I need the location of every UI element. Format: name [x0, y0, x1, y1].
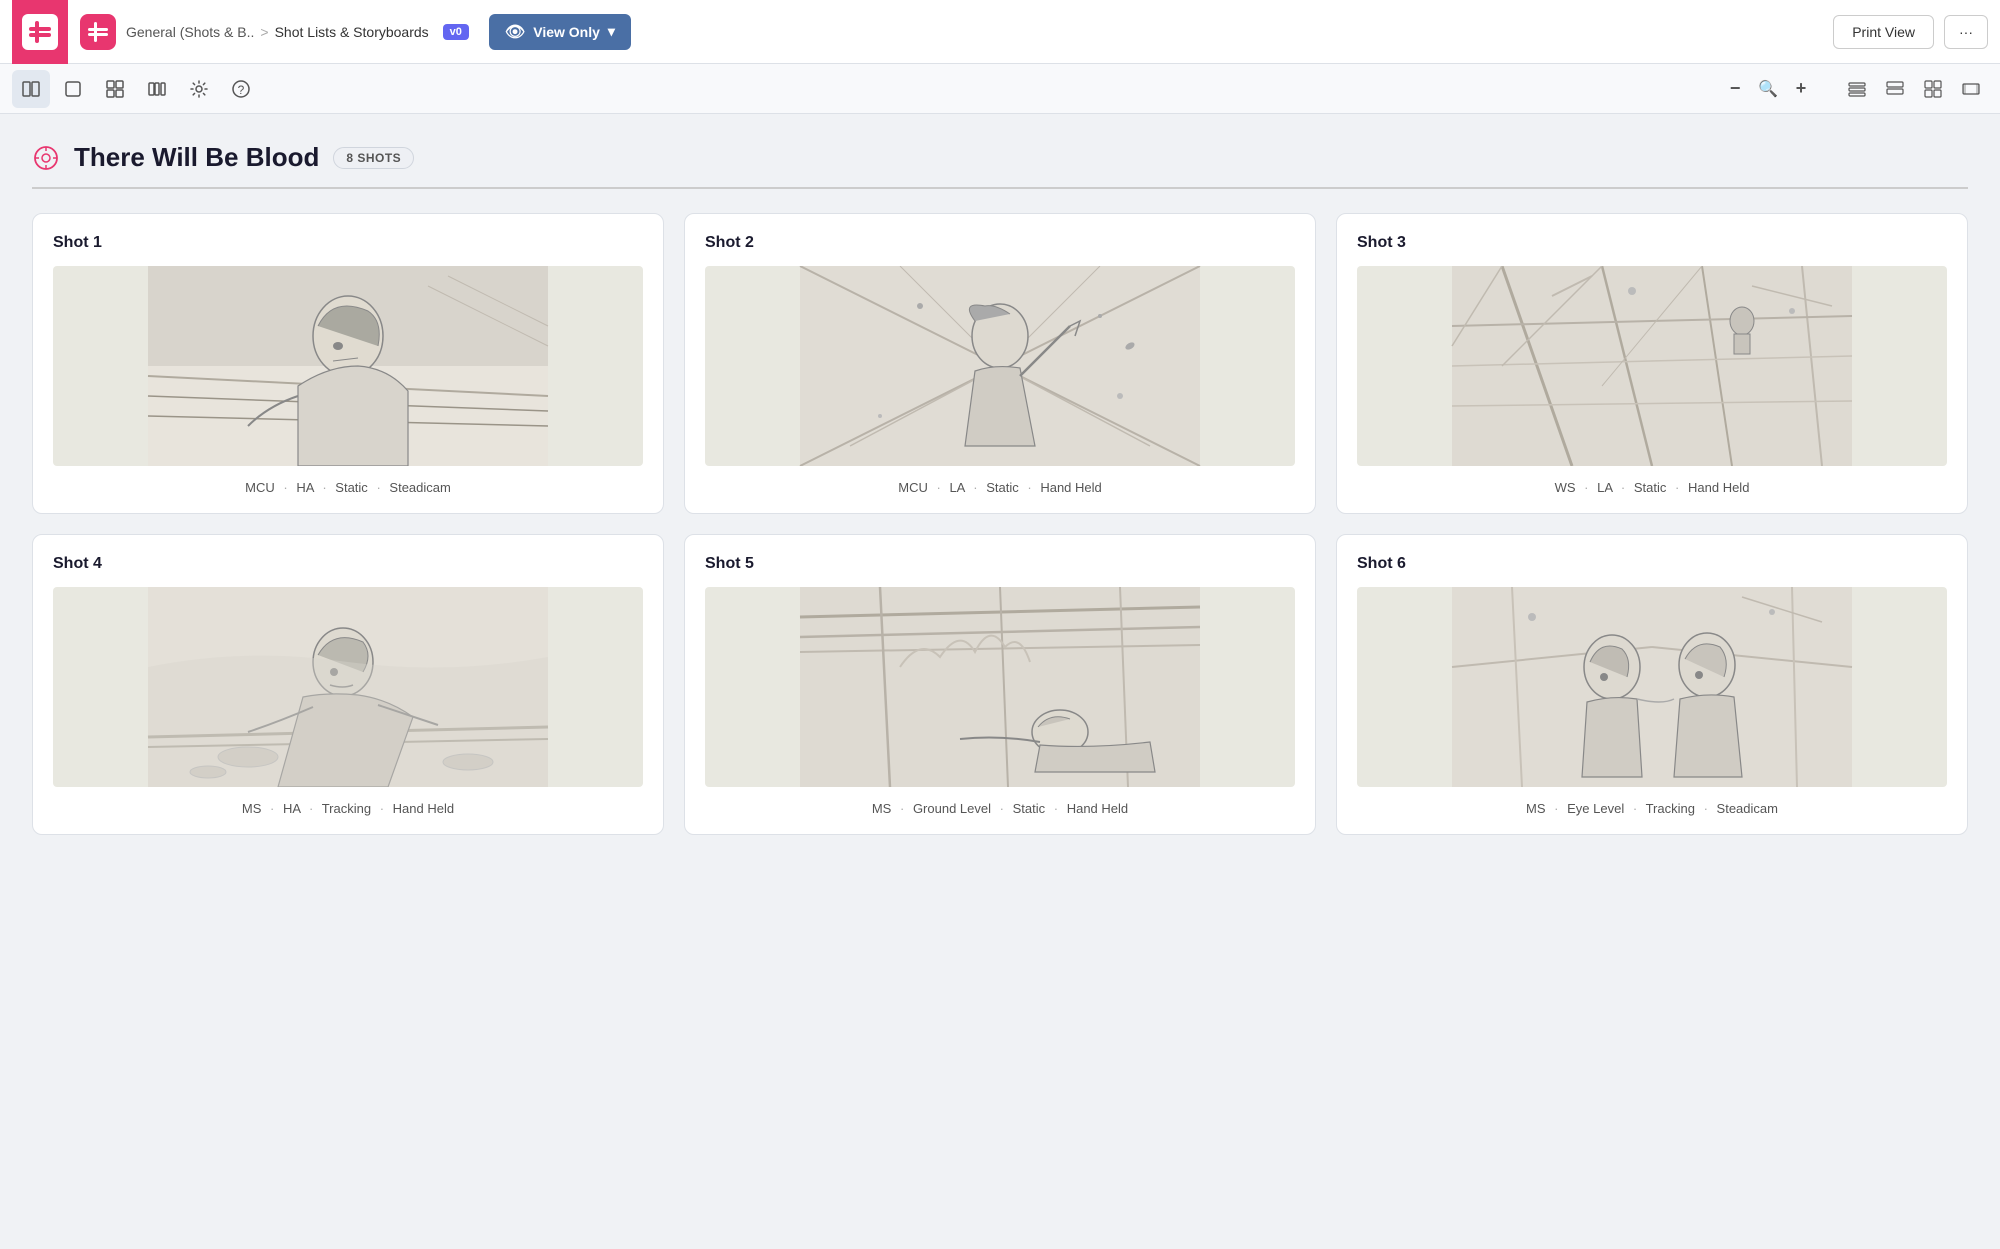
svg-text:?: ? [238, 83, 245, 97]
shot-card-6[interactable]: Shot 6 [1336, 534, 1968, 835]
columns-view-button[interactable] [138, 70, 176, 108]
shot-4-image [53, 587, 643, 787]
zoom-icon: 🔍 [1758, 79, 1778, 99]
eye-icon: 👁 [505, 22, 525, 42]
header: General (Shots & B.. > Shot Lists & Stor… [0, 0, 2000, 64]
toolbar-right: − 🔍 + [1716, 70, 1988, 108]
toolbar: ? − 🔍 + [0, 64, 2000, 114]
settings-button[interactable] [180, 70, 218, 108]
more-options-button[interactable]: ··· [1944, 15, 1988, 49]
scene-title: There Will Be Blood [74, 142, 319, 173]
shot-5-label: Shot 5 [705, 555, 1295, 573]
breadcrumb-separator: > [260, 24, 268, 40]
minus-icon: − [1730, 78, 1741, 99]
scene-icon [32, 144, 60, 172]
toolbar-tools: ? [12, 70, 260, 108]
plus-icon: + [1796, 78, 1807, 99]
scene-header: There Will Be Blood 8 SHOTS [32, 142, 1968, 173]
shots-grid: Shot 1 [32, 213, 1968, 835]
shot-1-image [53, 266, 643, 466]
shot-5-image [705, 587, 1295, 787]
list-view-mode-button[interactable] [1840, 72, 1874, 106]
shot-1-label: Shot 1 [53, 234, 643, 252]
print-view-button[interactable]: Print View [1833, 15, 1934, 49]
version-badge: v0 [443, 24, 469, 40]
main-content: There Will Be Blood 8 SHOTS Shot 1 [0, 114, 2000, 1249]
zoom-in-button[interactable]: + [1782, 70, 1820, 108]
shot-3-image [1357, 266, 1947, 466]
film-view-mode-button[interactable] [1954, 72, 1988, 106]
chevron-down-icon: ▾ [608, 23, 615, 40]
single-view-button[interactable] [54, 70, 92, 108]
shot-6-label: Shot 6 [1357, 555, 1947, 573]
shot-5-tags: MS · Ground Level · Static · Hand Held [705, 801, 1295, 816]
zoom-controls: − 🔍 + [1716, 70, 1820, 108]
shot-3-label: Shot 3 [1357, 234, 1947, 252]
view-only-button[interactable]: 👁 View Only ▾ [489, 14, 631, 50]
shot-4-tags: MS · HA · Tracking · Hand Held [53, 801, 643, 816]
shot-6-tags: MS · Eye Level · Tracking · Steadicam [1357, 801, 1947, 816]
view-only-label: View Only [533, 24, 600, 40]
scene-divider [32, 187, 1968, 189]
shot-card-2[interactable]: Shot 2 [684, 213, 1316, 514]
shot-card-3[interactable]: Shot 3 [1336, 213, 1968, 514]
shot-6-image [1357, 587, 1947, 787]
shot-4-label: Shot 4 [53, 555, 643, 573]
app-logo [12, 0, 68, 64]
shot-2-image [705, 266, 1295, 466]
shot-2-label: Shot 2 [705, 234, 1295, 252]
shot-1-tags: MCU · HA · Static · Steadicam [53, 480, 643, 495]
shot-card-4[interactable]: Shot 4 [32, 534, 664, 835]
sidebar-toggle-button[interactable] [12, 70, 50, 108]
header-actions: Print View ··· [1833, 15, 1988, 49]
shot-card-5[interactable]: Shot 5 [684, 534, 1316, 835]
grid-view-button[interactable] [96, 70, 134, 108]
app-logo-icon [22, 14, 58, 50]
nav-logo [80, 14, 116, 50]
shot-3-tags: WS · LA · Static · Hand Held [1357, 480, 1947, 495]
shot-2-tags: MCU · LA · Static · Hand Held [705, 480, 1295, 495]
breadcrumb: General (Shots & B.. > Shot Lists & Stor… [126, 24, 469, 40]
breadcrumb-parent[interactable]: General (Shots & B.. [126, 24, 254, 40]
zoom-out-button[interactable]: − [1716, 70, 1754, 108]
tile-view-mode-button[interactable] [1916, 72, 1950, 106]
row-view-mode-button[interactable] [1878, 72, 1912, 106]
breadcrumb-current: Shot Lists & Storyboards [275, 24, 429, 40]
help-button[interactable]: ? [222, 70, 260, 108]
shots-count-badge: 8 SHOTS [333, 147, 414, 169]
shot-card-1[interactable]: Shot 1 [32, 213, 664, 514]
